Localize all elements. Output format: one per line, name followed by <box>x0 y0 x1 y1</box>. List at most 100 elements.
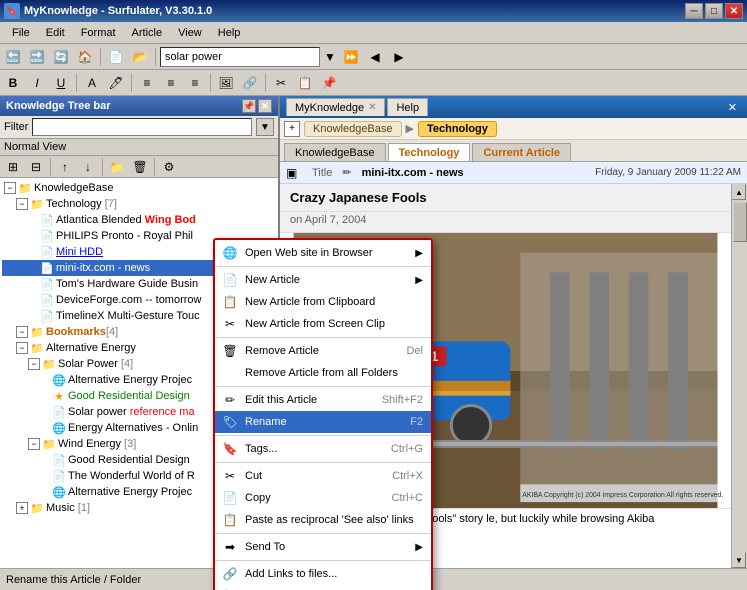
ctx-rename[interactable]: 🏷 Rename F2 <box>215 411 431 433</box>
insert-image-button[interactable]: 🖼 <box>215 73 237 93</box>
filter-bar: Filter ▼ <box>0 116 278 139</box>
ctx-open-web[interactable]: 🌐 Open Web site in Browser ▶ <box>215 242 431 264</box>
tree-item-atlantica[interactable]: 📄 Atlantica Blended Wing Bod <box>2 212 276 228</box>
sep-tree-2 <box>102 158 103 176</box>
tab-current-article[interactable]: Current Article <box>472 143 571 161</box>
expander-bookmarks[interactable]: − <box>16 326 28 338</box>
label-miniitx: mini-itx.com - news <box>56 262 150 274</box>
label-minihdd: Mini HDD <box>56 246 103 258</box>
expander-altenergy[interactable]: − <box>16 342 28 354</box>
maximize-button[interactable]: □ <box>705 3 723 19</box>
breadcrumb-knowledgebase[interactable]: KnowledgeBase <box>304 121 402 137</box>
open-button[interactable]: 📂 <box>129 47 151 67</box>
cut-toolbar[interactable]: ✂ <box>270 73 292 93</box>
article-icon-solarref: 📄 <box>52 405 66 419</box>
expander-music[interactable]: + <box>16 502 28 514</box>
filter-input[interactable] <box>32 118 252 136</box>
ctx-copy[interactable]: 📄 Copy Ctrl+C <box>215 487 431 509</box>
rp-close-button[interactable]: ✕ <box>724 101 741 114</box>
expander-windenergy[interactable]: − <box>28 438 40 450</box>
tab-myknowledge-close[interactable]: ✕ <box>368 102 376 113</box>
prev-button[interactable]: ◀ <box>364 47 386 67</box>
label-altproj2: Alternative Energy Projec <box>68 486 192 498</box>
article-edit-icon[interactable]: ✏ <box>342 166 351 179</box>
menu-article[interactable]: Article <box>124 25 171 41</box>
tree-collapse-all-button[interactable]: ⊟ <box>25 157 47 177</box>
tab-technology-art[interactable]: Technology <box>388 143 471 161</box>
tab-knowledgebase-art[interactable]: KnowledgeBase <box>284 143 386 161</box>
scrollbar-thumb[interactable] <box>733 202 747 242</box>
panel-float-button[interactable]: 📌 <box>242 99 256 113</box>
highlight-button[interactable]: 🖊 <box>105 73 127 93</box>
panel-close-button[interactable]: ✕ <box>258 99 272 113</box>
ctx-send-to[interactable]: ➡ Send To ▶ <box>215 536 431 558</box>
tree-item-technology[interactable]: − 📁 Technology [7] <box>2 196 276 212</box>
search-button[interactable]: ▼ <box>322 47 338 67</box>
paste-toolbar[interactable]: 📌 <box>318 73 340 93</box>
align-right-button[interactable]: ≡ <box>184 73 206 93</box>
send-to-icon: ➡ <box>221 538 239 556</box>
tree-settings-button[interactable]: ⚙ <box>158 157 180 177</box>
scrollbar-down-button[interactable]: ▼ <box>732 552 746 568</box>
article-domain: mini-itx.com - news <box>362 167 464 179</box>
filter-label: Filter <box>4 121 28 133</box>
tree-item-knowledgebase[interactable]: − 📁 KnowledgeBase <box>2 180 276 196</box>
menu-edit[interactable]: Edit <box>38 25 73 41</box>
menu-file[interactable]: File <box>4 25 38 41</box>
align-left-button[interactable]: ≡ <box>136 73 158 93</box>
copy-toolbar[interactable]: 📋 <box>294 73 316 93</box>
expander-technology[interactable]: − <box>16 198 28 210</box>
tree-new-folder-button[interactable]: 📁 <box>106 157 128 177</box>
tree-up-button[interactable]: ↑ <box>54 157 76 177</box>
scrollbar-up-button[interactable]: ▲ <box>732 184 746 200</box>
go-button[interactable]: ⏩ <box>340 47 362 67</box>
ctx-remove-article[interactable]: 🗑 Remove Article Del <box>215 340 431 362</box>
status-text: Rename this Article / Folder <box>6 574 141 586</box>
rp-scrollbar[interactable]: ▲ ▼ <box>731 184 747 568</box>
font-color-button[interactable]: A <box>81 73 103 93</box>
align-center-button[interactable]: ≡ <box>160 73 182 93</box>
expander-solarpower[interactable]: − <box>28 358 40 370</box>
menu-help[interactable]: Help <box>210 25 249 41</box>
breadcrumb-expand-button[interactable]: + <box>284 121 300 137</box>
new-button[interactable]: 📄 <box>105 47 127 67</box>
ctx-remove-all-folders[interactable]: Remove Article from all Folders <box>215 362 431 384</box>
minimize-button[interactable]: ─ <box>685 3 703 19</box>
menu-format[interactable]: Format <box>73 25 124 41</box>
search-input[interactable] <box>160 47 320 67</box>
menu-view[interactable]: View <box>170 25 210 41</box>
ctx-add-links[interactable]: 🔗 Add Links to files... <box>215 563 431 585</box>
forward-button[interactable]: 🔜 <box>26 47 48 67</box>
breadcrumb-technology[interactable]: Technology <box>418 121 497 137</box>
bold-button[interactable]: B <box>2 73 24 93</box>
window-title: MyKnowledge - Surfulater, V3.30.1.0 <box>24 5 212 17</box>
italic-button[interactable]: I <box>26 73 48 93</box>
tab-help-label: Help <box>396 102 419 114</box>
next-button[interactable]: ▶ <box>388 47 410 67</box>
ctx-cut[interactable]: ✂ Cut Ctrl+X <box>215 465 431 487</box>
ctx-new-article[interactable]: 📄 New Article ▶ <box>215 269 431 291</box>
link-button[interactable]: 🔗 <box>239 73 261 93</box>
tab-myknowledge[interactable]: MyKnowledge ✕ <box>286 98 385 116</box>
svg-text:AKIBA Copyright (c) 2004 Impre: AKIBA Copyright (c) 2004 Impress Corpora… <box>522 492 723 499</box>
tree-down-button[interactable]: ↓ <box>77 157 99 177</box>
ctx-paste-see-also[interactable]: 📋 Paste as reciprocal 'See also' links <box>215 509 431 531</box>
ctx-tags[interactable]: 🔖 Tags... Ctrl+G <box>215 438 431 460</box>
refresh-button[interactable]: 🔄 <box>50 47 72 67</box>
filter-dropdown-button[interactable]: ▼ <box>256 118 274 136</box>
underline-button[interactable]: U <box>50 73 72 93</box>
tab-help[interactable]: Help <box>387 98 428 116</box>
ctx-new-from-screenclip[interactable]: ✂ New Article from Screen Clip <box>215 313 431 335</box>
ctx-new-from-clipboard[interactable]: 📋 New Article from Clipboard <box>215 291 431 313</box>
article-tabs-bar: KnowledgeBase Technology Current Article <box>280 140 747 162</box>
ctx-edit-article[interactable]: ✏ Edit this Article Shift+F2 <box>215 389 431 411</box>
close-button[interactable]: ✕ <box>725 3 743 19</box>
home-button[interactable]: 🏠 <box>74 47 96 67</box>
article-collapse-button[interactable]: ▣ <box>286 166 302 180</box>
tree-expand-all-button[interactable]: ⊞ <box>2 157 24 177</box>
tree-delete-button[interactable]: 🗑 <box>129 157 151 177</box>
expander-knowledgebase[interactable]: − <box>4 182 16 194</box>
cut-icon: ✂ <box>221 467 239 485</box>
ctx-attach-files[interactable]: 📎 Attach Files... <box>215 585 431 590</box>
back-button[interactable]: 🔙 <box>2 47 24 67</box>
